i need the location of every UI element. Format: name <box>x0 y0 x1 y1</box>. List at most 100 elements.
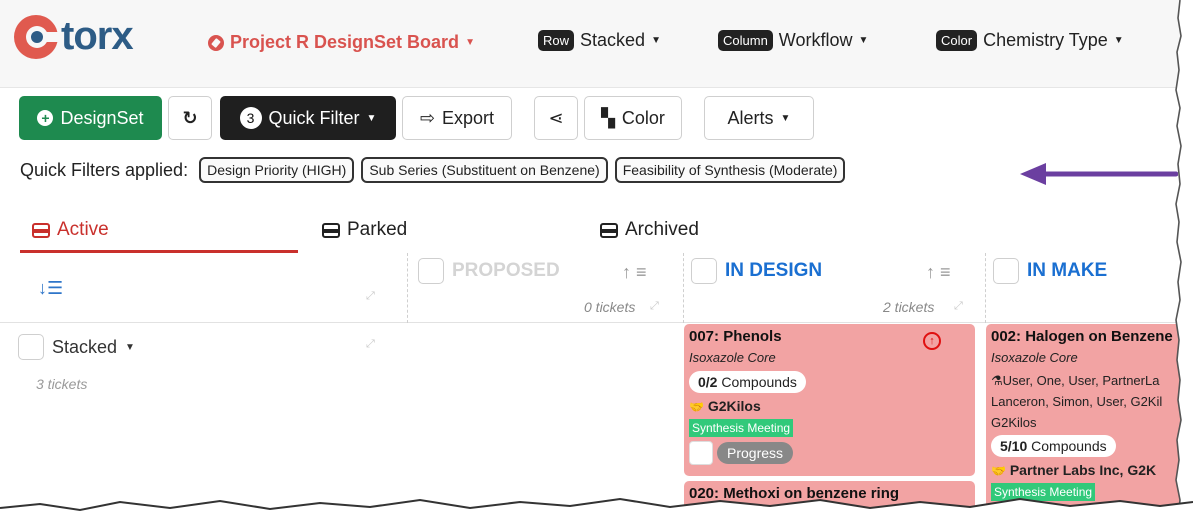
tab-archived[interactable]: Archived <box>600 206 699 254</box>
color-label: Color <box>621 107 665 128</box>
tab-parked[interactable]: Parked <box>322 206 407 254</box>
swimlane-checkbox[interactable] <box>18 334 44 360</box>
chevron-down-icon: ▼ <box>780 112 791 124</box>
compounds-count: 0/2 <box>698 374 718 390</box>
board-title: Project R DesignSet Board <box>230 32 460 52</box>
torx-logo-mark <box>14 14 60 59</box>
column-ticket-count: 2 tickets <box>883 299 935 315</box>
chevron-down-icon: ▼ <box>651 35 661 46</box>
compounds-pill[interactable]: 0/2 Compounds <box>689 371 806 393</box>
tab-active-label: Active <box>57 219 109 240</box>
torx-logo[interactable]: torx <box>14 14 134 59</box>
column-selector[interactable]: Column Workflow ▼ <box>718 30 868 51</box>
chevron-down-icon: ▼ <box>1113 35 1124 46</box>
people-line-1: User, One, User, PartnerLa <box>1002 373 1160 388</box>
quick-filter-label: Quick Filter <box>268 107 360 128</box>
filter-chip-sub-series[interactable]: Sub Series (Substituent on Benzene) <box>361 157 608 183</box>
flask-icon: ⚗ <box>991 373 1003 388</box>
inbox-icon <box>32 222 50 238</box>
inbox-icon <box>322 222 340 238</box>
column-header-in-design: IN DESIGN <box>691 258 822 284</box>
row-value: Stacked <box>580 30 646 50</box>
swimlane-ticket-count: 3 tickets <box>36 376 88 392</box>
column-divider <box>683 253 684 323</box>
plus-circle-icon: + <box>37 110 54 126</box>
card-checkbox[interactable] <box>689 441 713 465</box>
card-title: 002: Halogen on Benzene <box>991 328 1173 345</box>
column-tag: Column <box>718 30 773 51</box>
column-select-checkbox[interactable] <box>691 258 717 284</box>
column-select-checkbox[interactable] <box>993 258 1019 284</box>
ticket-card-007[interactable]: 007: Phenols Isoxazole Core ↑ 0/2 Compou… <box>684 324 975 476</box>
color-value: Chemistry Type <box>983 30 1108 50</box>
column-title-in-design: IN DESIGN <box>725 260 823 281</box>
quick-filters-row: Quick Filters applied: Design Priority (… <box>20 157 846 183</box>
column-divider <box>407 253 408 323</box>
handshake-icon: 🤝 <box>689 400 704 414</box>
designset-label: DesignSet <box>60 107 144 128</box>
expand-icon[interactable]: ⤢ <box>366 290 378 302</box>
alerts-button[interactable]: Alerts ▼ <box>704 96 814 140</box>
row-selector[interactable]: Row Stacked ▼ <box>538 30 661 51</box>
share-button[interactable]: ⋖ <box>534 96 578 140</box>
inbox-icon <box>600 222 618 238</box>
column-sort-menu-icon[interactable]: ↑ ≡ <box>622 262 647 283</box>
annotation-arrow <box>1020 163 1178 185</box>
refresh-icon: ↻ <box>182 107 198 128</box>
share-icon: ⋖ <box>548 107 564 128</box>
chevron-down-icon: ▼ <box>858 35 869 46</box>
partner-line: 🤝 G2Kilos <box>689 398 970 414</box>
compounds-count: 5/10 <box>1000 438 1028 454</box>
progress-button[interactable]: Progress <box>717 442 794 464</box>
column-select-checkbox[interactable] <box>418 258 444 284</box>
high-priority-icon: ↑ <box>923 332 941 350</box>
compounds-label: Compounds <box>721 374 797 390</box>
tab-active[interactable]: Active <box>32 206 109 254</box>
export-label: Export <box>442 107 495 128</box>
torn-edge-right <box>1175 0 1193 519</box>
board-selector[interactable]: Project R DesignSet Board ▼ <box>208 32 475 53</box>
tab-archived-label: Archived <box>625 219 699 240</box>
alerts-label: Alerts <box>727 107 774 128</box>
column-ticket-count: 0 tickets <box>584 299 636 315</box>
torn-edge-bottom <box>0 497 1193 519</box>
color-button[interactable]: ▚ Color <box>584 96 682 140</box>
quick-filters-label: Quick Filters applied: <box>20 159 189 180</box>
add-designset-button[interactable]: + DesignSet <box>19 96 162 140</box>
chevron-down-icon: ▼ <box>366 112 377 124</box>
column-sort-menu-icon[interactable]: ↑ ≡ <box>926 262 951 283</box>
filter-chip-design-priority[interactable]: Design Priority (HIGH) <box>199 157 355 183</box>
quick-filter-count: 3 <box>239 107 262 129</box>
logo-text: torx <box>61 14 134 58</box>
quick-filter-button[interactable]: 3 Quick Filter ▼ <box>220 96 396 140</box>
compass-icon <box>208 34 224 51</box>
export-button[interactable]: ⇨ Export <box>402 96 512 140</box>
refresh-button[interactable]: ↻ <box>168 96 212 140</box>
column-header-in-make: IN MAKE <box>993 258 1107 284</box>
card-subtitle: Isoxazole Core <box>991 350 1078 365</box>
color-selector[interactable]: Color Chemistry Type ▼ <box>936 30 1124 51</box>
sort-icon[interactable]: ↓☰ <box>38 278 63 299</box>
compounds-label: Compounds <box>1031 438 1107 454</box>
row-tag: Row <box>538 30 575 51</box>
partner-name: G2Kilos <box>707 398 761 414</box>
column-value: Workflow <box>778 30 853 50</box>
compounds-pill[interactable]: 5/10 Compounds <box>991 435 1116 457</box>
top-navbar: torx Project R DesignSet Board ▼ Row Sta… <box>0 0 1193 88</box>
people-list: ⚗User, One, User, PartnerLa Lanceron, Si… <box>991 370 1188 433</box>
partner-line: 🤝 Partner Labs Inc, G2K <box>991 462 1188 478</box>
swimlane-label: Stacked <box>52 336 118 357</box>
expand-icon[interactable]: ⤢ <box>366 338 378 350</box>
column-header-proposed: PROPOSED <box>418 258 560 284</box>
expand-icon[interactable]: ⤢ <box>954 300 966 312</box>
color-tag: Color <box>936 30 978 51</box>
export-icon: ⇨ <box>419 107 436 128</box>
handshake-icon: 🤝 <box>991 464 1006 478</box>
expand-icon[interactable]: ⤢ <box>650 300 662 312</box>
meeting-tag[interactable]: Synthesis Meeting <box>689 419 794 437</box>
chevron-down-icon: ▼ <box>465 37 475 48</box>
column-divider <box>985 253 986 323</box>
filter-chip-feasibility[interactable]: Feasibility of Synthesis (Moderate) <box>614 157 846 183</box>
people-line-2: Lanceron, Simon, User, G2Kil <box>991 394 1163 409</box>
swimlane-stacked[interactable]: Stacked ▼ <box>18 334 135 360</box>
